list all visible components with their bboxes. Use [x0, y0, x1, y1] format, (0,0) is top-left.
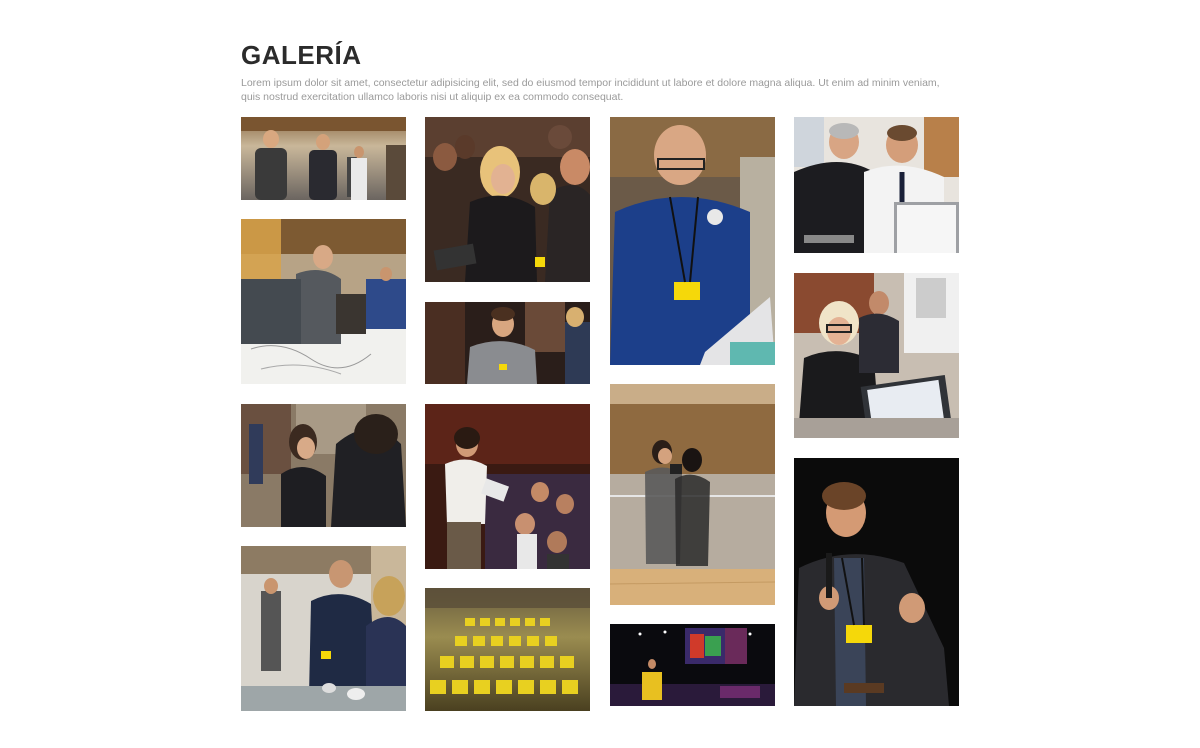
gallery-photo-speaker-audience[interactable]	[425, 404, 590, 569]
gallery-title: GALERÍA	[241, 40, 362, 70]
gallery-photo-man-laptop[interactable]	[610, 117, 775, 365]
gallery-photo-table-sketching[interactable]	[241, 219, 406, 384]
gallery-description: Lorem ipsum dolor sit amet, consectetur …	[241, 77, 940, 103]
gallery-photo-speaker-microphone[interactable]	[794, 458, 959, 706]
gallery-photo-networking-hallway[interactable]	[241, 117, 406, 200]
gallery-photo-group-discussion[interactable]	[241, 546, 406, 711]
gallery-photo-woman-conversation[interactable]	[241, 404, 406, 527]
gallery-photo-audience-laptops[interactable]	[425, 117, 590, 282]
gallery-photo-woman-laptop[interactable]	[794, 273, 959, 438]
gallery-photo-man-smiling[interactable]	[425, 302, 590, 384]
gallery-photo-name-badges[interactable]	[425, 588, 590, 711]
gallery-photo-stage-screen[interactable]	[610, 624, 775, 706]
gallery-photo-balcony-talk[interactable]	[610, 384, 775, 605]
gallery-photo-two-men-laptop[interactable]	[794, 117, 959, 253]
